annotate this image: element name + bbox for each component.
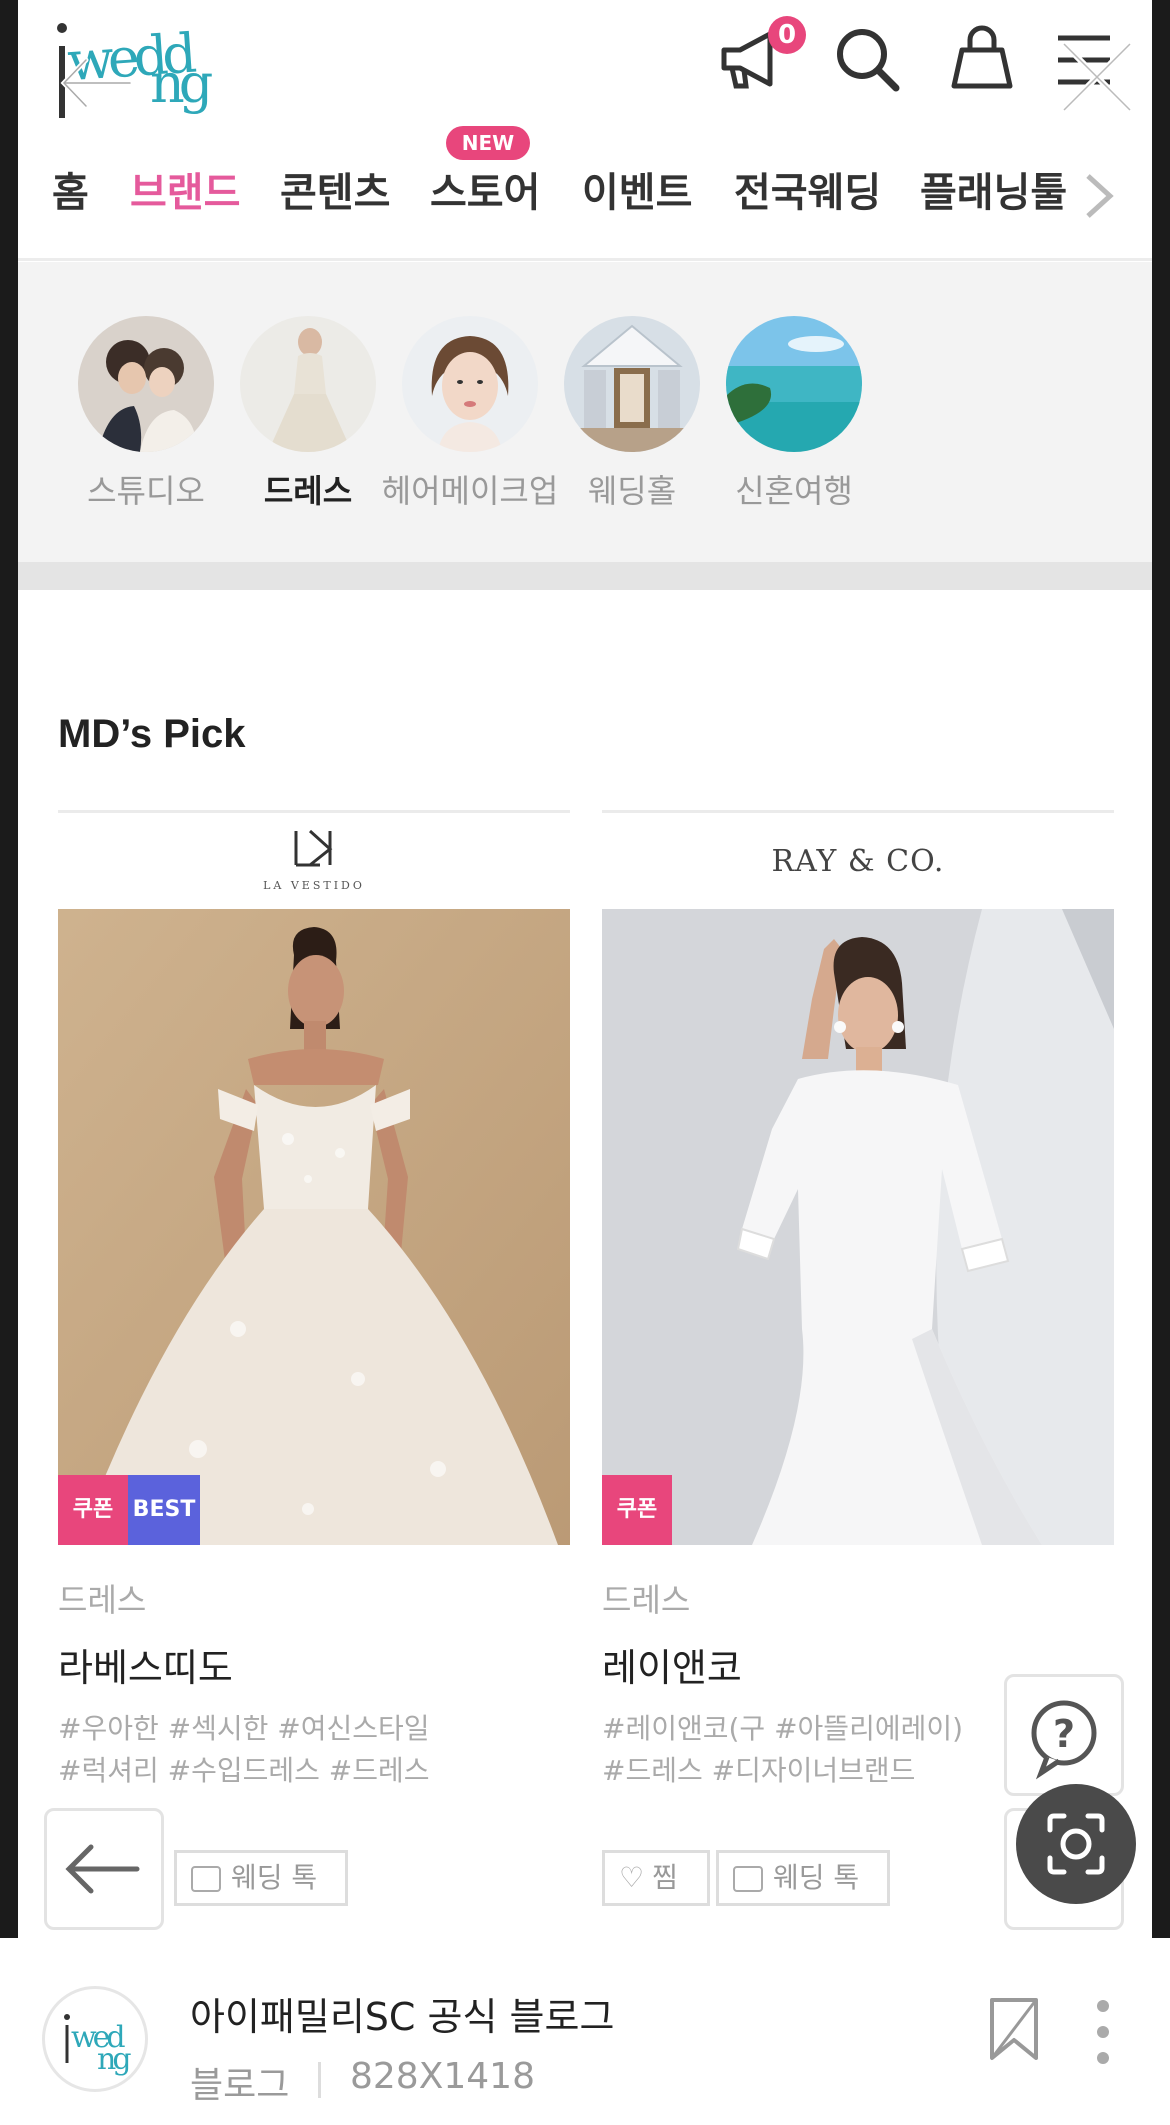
wedding-hall-thumbnail xyxy=(564,316,700,452)
category-label: 스튜디오 xyxy=(87,472,205,510)
category-dress[interactable]: 드레스 xyxy=(218,316,398,512)
back-arrow-icon xyxy=(65,1844,140,1894)
hashtags-line: #럭셔리 #수입드레스 #드레스 xyxy=(58,1754,430,1787)
best-tag: BEST xyxy=(128,1475,200,1545)
coupon-tag: 쿠폰 xyxy=(58,1475,128,1545)
product-hashtags: #우아한 #섹시한 #여신스타일 #럭셔리 #수입드레스 #드레스 xyxy=(58,1708,570,1792)
like-label: 찜 xyxy=(652,1861,678,1894)
search-icon[interactable] xyxy=(828,20,908,100)
product-card-ray-and-co[interactable]: RAY & CO. 쿠폰 드레스 레이앤코 #레이앤코(구 #아뜰리에레이) #… xyxy=(602,810,1114,1792)
site-header: wedd ng 0 NEW 홈 브랜드 콘텐츠 스토어 이벤트 전국웨딩 플래닝… xyxy=(18,0,1152,261)
nav-brand[interactable]: 브랜드 xyxy=(130,160,240,218)
overlay-back-arrow-icon[interactable] xyxy=(52,48,142,129)
chat-icon xyxy=(733,1866,763,1892)
ray-and-co-wordmark: RAY & CO. xyxy=(772,844,945,879)
blog-info-bar: wed ng 아이패밀리SC 공식 블로그 블로그 828X1418 xyxy=(0,1938,1170,2125)
nav-events[interactable]: 이벤트 xyxy=(582,160,692,218)
camera-scan-icon xyxy=(1047,1813,1105,1875)
section-divider xyxy=(18,562,1152,590)
back-floating-button[interactable] xyxy=(44,1808,164,1930)
la-vestido-wordmark: LA VESTIDO xyxy=(263,879,365,892)
blog-source: 블로그 xyxy=(190,2065,290,2106)
product-card-la-vestido[interactable]: LA VESTIDO 쿠폰 BEST 드레스 라베스띠도 #우아한 #섹시한 #… xyxy=(58,810,570,1792)
honeymoon-thumbnail xyxy=(726,316,862,452)
product-image[interactable]: 쿠폰 BEST xyxy=(58,909,570,1545)
svg-text:ng: ng xyxy=(97,2042,131,2077)
wedding-talk-label: 웨딩 톡 xyxy=(773,1861,860,1894)
divider xyxy=(318,2062,321,2098)
category-label: 웨딩홀 xyxy=(587,472,677,510)
bookmark-icon[interactable] xyxy=(984,1994,1044,2064)
ray-and-co-logo: RAY & CO. xyxy=(602,813,1114,909)
blog-title[interactable]: 아이패밀리SC 공식 블로그 xyxy=(190,1986,614,2041)
category-label: 신혼여행 xyxy=(735,472,853,510)
category-carousel: 스튜디오 드레스 헤어메이크업 웨딩홀 신혼여행 xyxy=(18,262,1152,562)
wedding-talk-label: 웨딩 톡 xyxy=(231,1861,318,1894)
product-name[interactable]: 라베스띠도 xyxy=(58,1637,570,1692)
nav-home[interactable]: 홈 xyxy=(52,160,89,218)
product-category: 드레스 xyxy=(602,1581,691,1619)
product-category: 드레스 xyxy=(58,1581,147,1619)
wedding-talk-button[interactable]: 웨딩 톡 xyxy=(716,1850,890,1906)
category-honeymoon[interactable]: 신혼여행 xyxy=(704,316,884,512)
category-label: 헤어메이크업 xyxy=(381,472,559,510)
hashtags-line: #우아한 #섹시한 #여신스타일 xyxy=(58,1712,430,1745)
hair-makeup-thumbnail xyxy=(402,316,538,452)
notification-badge: 0 xyxy=(768,16,806,54)
help-floating-button[interactable]: ? xyxy=(1004,1674,1124,1796)
category-wedding-hall[interactable]: 웨딩홀 xyxy=(542,316,722,512)
main-nav: 홈 브랜드 콘텐츠 스토어 이벤트 전국웨딩 플래닝툴 xyxy=(18,150,1152,220)
lens-camera-button[interactable] xyxy=(1016,1784,1136,1904)
like-button[interactable]: ♡ 찜 xyxy=(602,1850,710,1906)
nav-store[interactable]: 스토어 xyxy=(430,160,540,218)
screenshot: wedd ng 0 NEW 홈 브랜드 콘텐츠 스토어 이벤트 전국웨딩 플래닝… xyxy=(0,0,1170,2125)
coupon-tag: 쿠폰 xyxy=(602,1475,672,1545)
nav-contents[interactable]: 콘텐츠 xyxy=(280,160,390,218)
overlay-close-icon[interactable] xyxy=(1052,32,1142,122)
category-label: 드레스 xyxy=(263,472,353,510)
image-dimensions: 828X1418 xyxy=(350,2056,535,2097)
nav-planning-tool[interactable]: 플래닝툴 xyxy=(920,160,1067,218)
category-studio[interactable]: 스튜디오 xyxy=(56,316,236,512)
svg-text:ng: ng xyxy=(150,52,212,115)
heart-icon: ♡ xyxy=(619,1861,645,1894)
category-hair-makeup[interactable]: 헤어메이크업 xyxy=(380,316,560,512)
blog-profile-logo[interactable]: wed ng xyxy=(42,1986,148,2092)
product-image[interactable]: 쿠폰 xyxy=(602,909,1114,1545)
section-title: MD’s Pick xyxy=(58,712,246,756)
shopping-bag-icon[interactable] xyxy=(942,20,1022,100)
dress-thumbnail xyxy=(240,316,376,452)
nav-nationwide-wedding[interactable]: 전국웨딩 xyxy=(734,160,881,218)
wedding-talk-button[interactable]: 웨딩 톡 xyxy=(174,1850,348,1906)
question-chat-icon: ? xyxy=(1031,1700,1097,1780)
chat-icon xyxy=(191,1866,221,1892)
studio-thumbnail xyxy=(78,316,214,452)
embedded-site-image: wedd ng 0 NEW 홈 브랜드 콘텐츠 스토어 이벤트 전국웨딩 플래닝… xyxy=(18,0,1152,1938)
svg-text:?: ? xyxy=(1053,1712,1075,1756)
nav-scroll-right-icon[interactable] xyxy=(1080,166,1120,239)
la-vestido-logo: LA VESTIDO xyxy=(58,813,570,909)
more-options-icon[interactable] xyxy=(1088,1992,1118,2072)
